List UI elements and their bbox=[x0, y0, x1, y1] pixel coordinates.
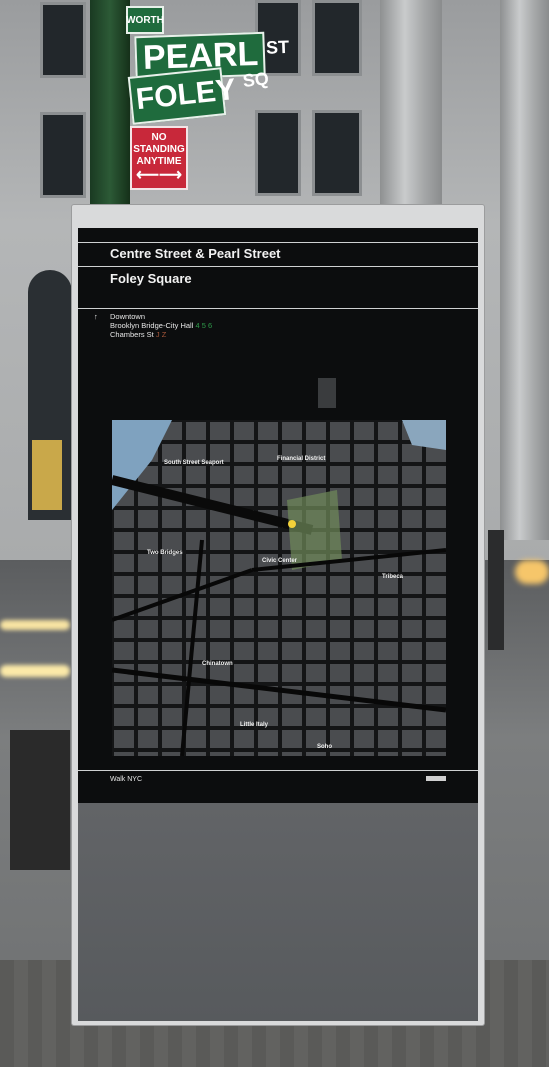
car-light bbox=[515, 560, 549, 584]
you-are-here-marker bbox=[288, 520, 296, 528]
map-label: Chinatown bbox=[202, 661, 233, 667]
direction-label: Downtown bbox=[110, 312, 146, 321]
map-locator-inset bbox=[318, 378, 336, 408]
divider bbox=[78, 770, 478, 771]
footer-mark bbox=[426, 776, 446, 781]
station-row: Chambers St J Z bbox=[110, 330, 166, 339]
street-sign-worth: WORTH bbox=[126, 6, 164, 34]
window bbox=[40, 2, 86, 78]
map-label: Civic Center bbox=[262, 558, 298, 564]
window bbox=[312, 110, 362, 196]
trash-can bbox=[10, 730, 70, 870]
subway-line-badges: 4 5 6 bbox=[195, 321, 213, 330]
window bbox=[255, 110, 301, 196]
column bbox=[500, 0, 549, 540]
map-label: Tribeca bbox=[382, 574, 404, 580]
map-label: Little Italy bbox=[240, 722, 269, 728]
map-label: Two Bridges bbox=[147, 550, 183, 556]
walk-nyc-logo: Walk NYC bbox=[110, 776, 143, 783]
sign-line: NO STANDING bbox=[133, 132, 185, 155]
car-light-streak bbox=[0, 620, 70, 630]
bollard bbox=[488, 530, 504, 650]
street-sign-suffix: ST bbox=[265, 36, 290, 58]
station-name: Chambers St bbox=[110, 330, 154, 339]
car-light-streak bbox=[0, 665, 70, 677]
kiosk-subtitle: Foley Square bbox=[110, 271, 192, 286]
divider bbox=[78, 242, 478, 243]
window bbox=[40, 112, 86, 198]
up-arrow-icon: ↑ bbox=[94, 312, 98, 321]
double-arrow-icon: ⟵⟶ bbox=[136, 167, 182, 184]
station-name: Brooklyn Bridge-City Hall bbox=[110, 321, 194, 330]
divider bbox=[78, 266, 478, 267]
no-standing-sign: NO STANDING ANYTIME ⟵⟶ bbox=[130, 126, 188, 190]
map-label: South Street Seaport bbox=[164, 460, 224, 466]
map-graphic: South Street Seaport Financial District … bbox=[112, 420, 446, 756]
kiosk-base bbox=[78, 803, 478, 1021]
street-sign-suffix: SQ bbox=[241, 68, 270, 91]
divider bbox=[78, 308, 478, 309]
map-label: Financial District bbox=[277, 456, 325, 462]
sign-pole bbox=[90, 0, 130, 205]
lit-window bbox=[32, 440, 62, 510]
street-sign-text: FOLEY bbox=[134, 72, 238, 117]
neighborhood-map: South Street Seaport Financial District … bbox=[112, 420, 446, 756]
window bbox=[312, 0, 362, 76]
subway-line-badges: J Z bbox=[155, 330, 167, 339]
map-label: Soho bbox=[317, 744, 332, 750]
kiosk-title: Centre Street & Pearl Street bbox=[110, 246, 281, 261]
station-row: Brooklyn Bridge-City Hall 4 5 6 bbox=[110, 321, 212, 330]
street-sign-text: WORTH bbox=[126, 14, 164, 26]
street-sign-foley: FOLEY SQ bbox=[127, 67, 270, 125]
